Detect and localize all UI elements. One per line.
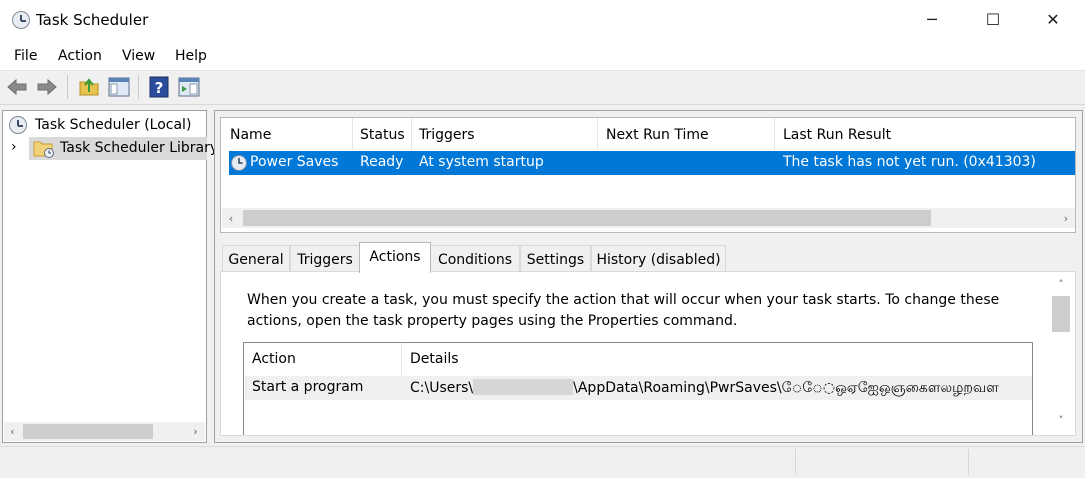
action-details: C:\Users\ \AppData\Roaming\PwrSaves\ே◌ே◌ஒ… — [410, 379, 1030, 398]
scheduled-task-icon — [231, 155, 247, 171]
scroll-up-icon[interactable]: ˄ — [1052, 276, 1070, 293]
description-line: When you create a task, you must specify… — [247, 292, 1000, 308]
folder-clock-icon — [33, 141, 54, 158]
column-header-last-run-result[interactable]: Last Run Result — [783, 127, 891, 143]
toolbar: ? — [0, 71, 1085, 105]
column-header-action[interactable]: Action — [252, 351, 296, 367]
menu-help[interactable]: Help — [175, 48, 207, 64]
column-header-triggers[interactable]: Triggers — [419, 127, 475, 143]
scrollbar-thumb[interactable] — [1052, 296, 1070, 332]
details-path-suffix: \AppData\Roaming\PwrSaves\ே◌ே◌ஒஏஐேஒஞகைளல… — [573, 380, 999, 396]
task-last-run-result: The task has not yet run. (0x41303) — [783, 154, 1036, 170]
scroll-down-icon[interactable]: ˅ — [1052, 412, 1070, 429]
column-header-name[interactable]: Name — [230, 127, 271, 143]
task-scheduler-app-icon — [12, 11, 30, 29]
column-divider[interactable] — [401, 343, 402, 375]
tab-general[interactable]: General — [222, 245, 290, 271]
tab-actions[interactable]: Actions — [359, 242, 431, 273]
horizontal-scrollbar[interactable]: ‹ › — [4, 422, 205, 441]
menu-action[interactable]: Action — [58, 48, 102, 64]
tree-item-task-scheduler-local[interactable]: Task Scheduler (Local) — [7, 115, 203, 137]
description-line: actions, open the task property pages us… — [247, 313, 738, 329]
task-list: Name Status Triggers Next Run Time Last … — [220, 117, 1076, 233]
show-hide-console-tree-icon[interactable] — [108, 76, 130, 98]
column-header-status[interactable]: Status — [360, 127, 405, 143]
scroll-right-icon[interactable]: › — [1057, 210, 1075, 227]
column-header-next-run-time[interactable]: Next Run Time — [606, 127, 709, 143]
details-path-prefix: C:\Users\ — [410, 380, 474, 396]
column-divider[interactable] — [774, 118, 775, 150]
scrollbar-thumb[interactable] — [23, 424, 153, 439]
console-tree-pane: Task Scheduler (Local) › Task Scheduler … — [2, 110, 218, 443]
tab-history[interactable]: History (disabled) — [591, 245, 726, 271]
close-button[interactable]: ✕ — [1030, 0, 1076, 40]
window-title: Task Scheduler — [36, 11, 149, 29]
redacted-username — [473, 379, 574, 395]
column-divider[interactable] — [352, 118, 353, 150]
toolbar-separator — [67, 75, 68, 99]
action-type: Start a program — [252, 379, 364, 395]
tree-item-label: Task Scheduler Library — [60, 140, 219, 156]
tab-triggers[interactable]: Triggers — [290, 245, 360, 271]
column-divider[interactable] — [597, 118, 598, 150]
tab-conditions[interactable]: Conditions — [430, 245, 520, 271]
menu-file[interactable]: File — [14, 48, 37, 64]
folder-up-icon[interactable] — [78, 76, 100, 98]
toolbar-separator — [138, 75, 139, 99]
actions-description: When you create a task, you must specify… — [247, 290, 1007, 332]
expand-chevron-icon[interactable]: › — [11, 139, 17, 155]
show-hide-action-pane-icon[interactable] — [178, 76, 200, 98]
table-row[interactable]: Start a program C:\Users\ \AppData\Roamin… — [245, 376, 1032, 400]
scroll-left-icon[interactable]: ‹ — [4, 423, 21, 440]
scrollbar-thumb[interactable] — [243, 210, 931, 226]
scroll-right-icon[interactable]: › — [187, 423, 204, 440]
table-row[interactable]: Power Saves Ready At system startup The … — [229, 151, 1075, 175]
status-divider — [968, 449, 969, 475]
actions-table: Action Details Start a program C:\Users\… — [243, 342, 1033, 435]
horizontal-scrollbar[interactable]: ‹ › — [222, 208, 1075, 228]
back-arrow-icon[interactable] — [6, 76, 28, 98]
scroll-left-icon[interactable]: ‹ — [222, 210, 240, 227]
tab-settings[interactable]: Settings — [520, 245, 591, 271]
task-name: Power Saves — [250, 154, 339, 170]
help-icon[interactable]: ? — [148, 76, 170, 98]
task-triggers: At system startup — [419, 154, 544, 170]
actions-tab-panel: When you create a task, you must specify… — [220, 271, 1076, 436]
tree-item-label: Task Scheduler (Local) — [35, 117, 192, 133]
status-divider — [795, 449, 796, 475]
title-bar: Task Scheduler ─ ☐ ✕ — [0, 0, 1085, 42]
forward-arrow-icon[interactable] — [36, 76, 58, 98]
status-bar — [0, 446, 1085, 478]
menu-view[interactable]: View — [122, 48, 155, 64]
task-scheduler-icon — [9, 116, 27, 134]
menu-bar: File Action View Help — [0, 42, 1085, 71]
svg-text:?: ? — [155, 79, 164, 97]
minimize-button[interactable]: ─ — [909, 0, 955, 40]
maximize-button[interactable]: ☐ — [970, 0, 1016, 40]
task-status: Ready — [360, 154, 404, 170]
tree-item-task-scheduler-library[interactable]: Task Scheduler Library — [29, 137, 218, 160]
column-divider[interactable] — [411, 118, 412, 150]
vertical-scrollbar[interactable]: ˄ ˅ — [1050, 272, 1072, 435]
column-header-details[interactable]: Details — [410, 351, 459, 367]
